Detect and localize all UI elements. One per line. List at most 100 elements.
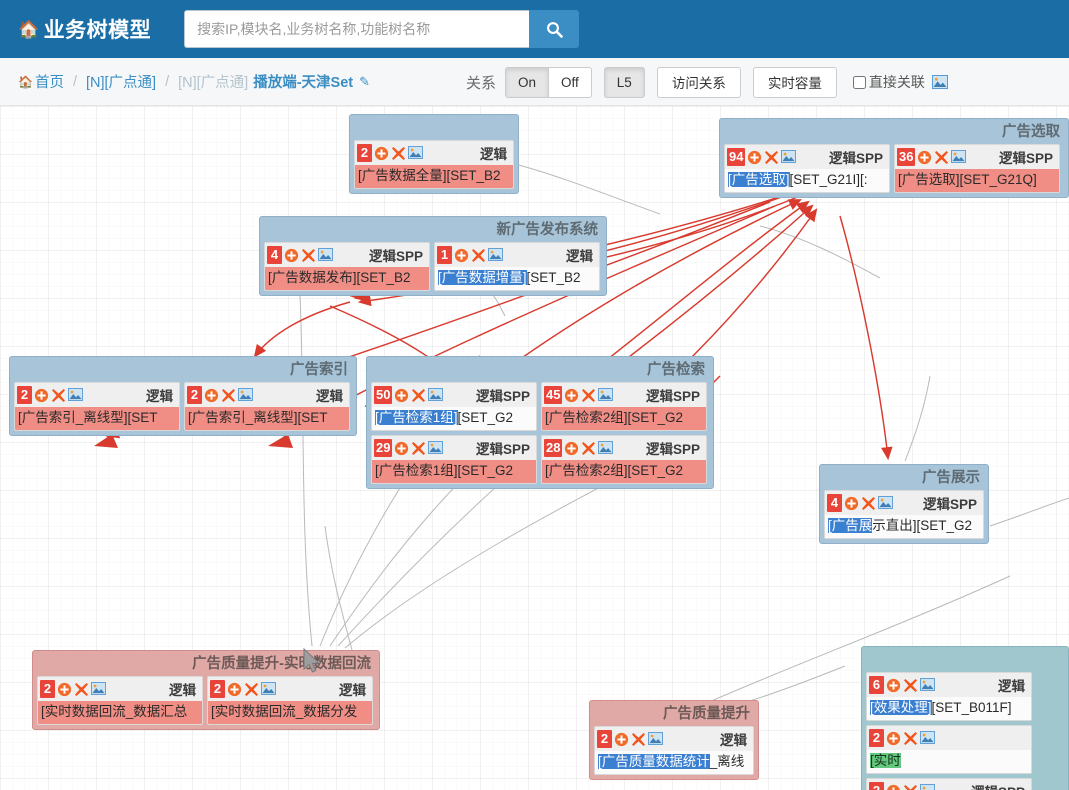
image-icon[interactable] — [598, 387, 614, 403]
close-x-icon[interactable] — [903, 784, 918, 790]
plus-circle-icon[interactable] — [454, 248, 469, 263]
image-icon[interactable] — [598, 440, 614, 456]
graph-canvas[interactable]: 2 逻辑 [广告数据全量][SET_B2 广告选取 94 逻辑SPP [广告选取][SET_… — [0, 106, 1069, 790]
app-brand[interactable]: 🏠 业务树模型 — [18, 14, 151, 44]
image-icon[interactable] — [68, 387, 83, 403]
node-label: [广告选取][SET_G21I][: — [725, 169, 889, 193]
graph-node[interactable]: 6 逻辑 [效果处理][SET_B011F] — [866, 672, 1032, 722]
close-x-icon[interactable] — [51, 388, 66, 403]
image-icon[interactable] — [428, 440, 444, 456]
close-x-icon[interactable] — [903, 678, 918, 693]
close-x-icon[interactable] — [861, 496, 876, 511]
plus-circle-icon[interactable] — [227, 682, 242, 697]
graph-group[interactable]: 广告展示 4 逻辑SPP [广告展示直出][SET_G2 — [819, 464, 989, 545]
close-x-icon[interactable] — [631, 732, 646, 747]
image-icon[interactable] — [920, 730, 935, 746]
image-icon[interactable] — [931, 75, 948, 89]
image-icon[interactable] — [488, 247, 503, 263]
image-icon[interactable] — [408, 145, 423, 161]
graph-node[interactable]: 28 逻辑SPP [广告检索2组][SET_G2 — [541, 435, 707, 485]
graph-group[interactable]: 6逻辑[效果处理][SET_B011F]2[实时 2逻辑SPP[账户服务][SET… — [861, 646, 1069, 790]
plus-circle-icon[interactable] — [284, 248, 299, 263]
graph-group[interactable]: 广告索引 2 逻辑 [广告索引_离线型][SET 2 逻辑 [广告索引_离线型][SET — [9, 356, 357, 437]
breadcrumb-home[interactable]: 🏠 首页 — [18, 71, 64, 92]
graph-group[interactable]: 新广告发布系统 4 逻辑SPP [广告数据发布][SET_B2 1 逻辑 [广告数据增量][… — [259, 216, 607, 297]
plus-circle-icon[interactable] — [886, 678, 901, 693]
image-icon[interactable] — [91, 681, 106, 697]
graph-node[interactable]: 94 逻辑SPP [广告选取][SET_G21I][: — [724, 144, 890, 194]
close-x-icon[interactable] — [934, 150, 949, 165]
node-type-label: 逻辑SPP — [645, 389, 700, 405]
graph-node[interactable]: 50 逻辑SPP [广告检索1组][SET_G2 — [371, 382, 537, 432]
graph-group[interactable]: 2 逻辑 [广告数据全量][SET_B2 — [349, 114, 519, 195]
graph-node[interactable]: 1 逻辑 [广告数据增量][SET_B2 — [434, 242, 600, 292]
close-x-icon[interactable] — [471, 248, 486, 263]
plus-circle-icon[interactable] — [374, 146, 389, 161]
graph-node[interactable]: 2 逻辑 [广告数据全量][SET_B2 — [354, 140, 514, 190]
plus-circle-icon[interactable] — [886, 784, 901, 790]
search-input[interactable] — [184, 10, 530, 48]
close-x-icon[interactable] — [581, 388, 596, 403]
close-x-icon[interactable] — [764, 150, 779, 165]
image-icon[interactable] — [951, 149, 967, 165]
graph-group[interactable]: 广告质量提升-实时数据回流 2 逻辑 [实时数据回流_数据汇总 2 逻辑 [实时数据回流_数… — [32, 650, 380, 731]
image-icon[interactable] — [261, 681, 276, 697]
image-icon[interactable] — [920, 677, 935, 693]
relation-on-button[interactable]: On — [505, 66, 550, 98]
graph-node[interactable]: 45 逻辑SPP [广告检索2组][SET_G2 — [541, 382, 707, 432]
graph-node[interactable]: 2 逻辑 [广告索引_离线型][SET — [184, 382, 350, 432]
plus-circle-icon[interactable] — [917, 150, 932, 165]
image-icon[interactable] — [648, 731, 663, 747]
plus-circle-icon[interactable] — [57, 682, 72, 697]
level-l5-button[interactable]: L5 — [603, 66, 645, 98]
plus-circle-icon[interactable] — [886, 731, 901, 746]
close-x-icon[interactable] — [581, 441, 596, 456]
image-icon[interactable] — [781, 149, 797, 165]
close-x-icon[interactable] — [391, 146, 406, 161]
group-body: 2 逻辑 [广告质量数据统计_离线 — [590, 726, 758, 779]
graph-node[interactable]: 2 逻辑 [实时数据回流_数据分发 — [207, 676, 373, 726]
image-icon[interactable] — [920, 783, 935, 790]
close-x-icon[interactable] — [74, 682, 89, 697]
search-button[interactable] — [529, 10, 580, 48]
close-x-icon[interactable] — [411, 388, 426, 403]
graph-node[interactable]: 2 逻辑 [广告质量数据统计_离线 — [594, 726, 754, 776]
close-x-icon[interactable] — [411, 441, 426, 456]
graph-node[interactable]: 4 逻辑SPP [广告数据发布][SET_B2 — [264, 242, 430, 292]
graph-node[interactable]: 2逻辑SPP[账户服务][SET_B011SI — [866, 778, 1032, 790]
direct-link-checkbox-wrap[interactable]: 直接关联 — [852, 72, 925, 92]
graph-node[interactable]: 36 逻辑SPP [广告选取][SET_G21Q] — [894, 144, 1060, 194]
direct-link-checkbox[interactable] — [852, 75, 866, 89]
graph-group[interactable]: 广告选取 94 逻辑SPP [广告选取][SET_G21I][: 36 逻辑SPP [广告选… — [719, 118, 1069, 199]
close-x-icon[interactable] — [301, 248, 316, 263]
graph-node[interactable]: 2 逻辑 [广告索引_离线型][SET — [14, 382, 180, 432]
graph-node[interactable]: 2 [实时 — [866, 725, 1032, 775]
relation-off-button[interactable]: Off — [549, 66, 592, 98]
plus-circle-icon[interactable] — [844, 496, 859, 511]
graph-node[interactable]: 2 逻辑 [实时数据回流_数据汇总 — [37, 676, 203, 726]
image-icon[interactable] — [428, 387, 444, 403]
plus-circle-icon[interactable] — [564, 388, 579, 403]
breadcrumb-level1[interactable]: [N][广点通] — [86, 71, 156, 92]
plus-circle-icon[interactable] — [614, 732, 629, 747]
plus-circle-icon[interactable] — [34, 388, 49, 403]
plus-circle-icon[interactable] — [394, 441, 409, 456]
close-x-icon[interactable] — [903, 731, 918, 746]
graph-node[interactable]: 29 逻辑SPP [广告检索1组][SET_G2 — [371, 435, 537, 485]
plus-circle-icon[interactable] — [394, 388, 409, 403]
graph-node[interactable]: 4 逻辑SPP [广告展示直出][SET_G2 — [824, 490, 984, 540]
image-icon[interactable] — [238, 387, 253, 403]
close-x-icon[interactable] — [221, 388, 236, 403]
node-header: 6 逻辑 — [867, 673, 1031, 698]
realtime-capacity-button[interactable]: 实时容量 — [752, 66, 837, 98]
plus-circle-icon[interactable] — [564, 441, 579, 456]
graph-group[interactable]: 广告检索 50 逻辑SPP [广告检索1组][SET_G2 45 逻辑SPP [广告检索2组… — [366, 356, 714, 490]
image-icon[interactable] — [878, 495, 893, 511]
edit-pencil-icon[interactable]: ✎ — [359, 74, 370, 90]
plus-circle-icon[interactable] — [747, 150, 762, 165]
close-x-icon[interactable] — [244, 682, 259, 697]
graph-group[interactable]: 广告质量提升 2 逻辑 [广告质量数据统计_离线 — [589, 700, 759, 781]
image-icon[interactable] — [318, 247, 333, 263]
plus-circle-icon[interactable] — [204, 388, 219, 403]
visit-relation-button[interactable]: 访问关系 — [656, 66, 741, 98]
